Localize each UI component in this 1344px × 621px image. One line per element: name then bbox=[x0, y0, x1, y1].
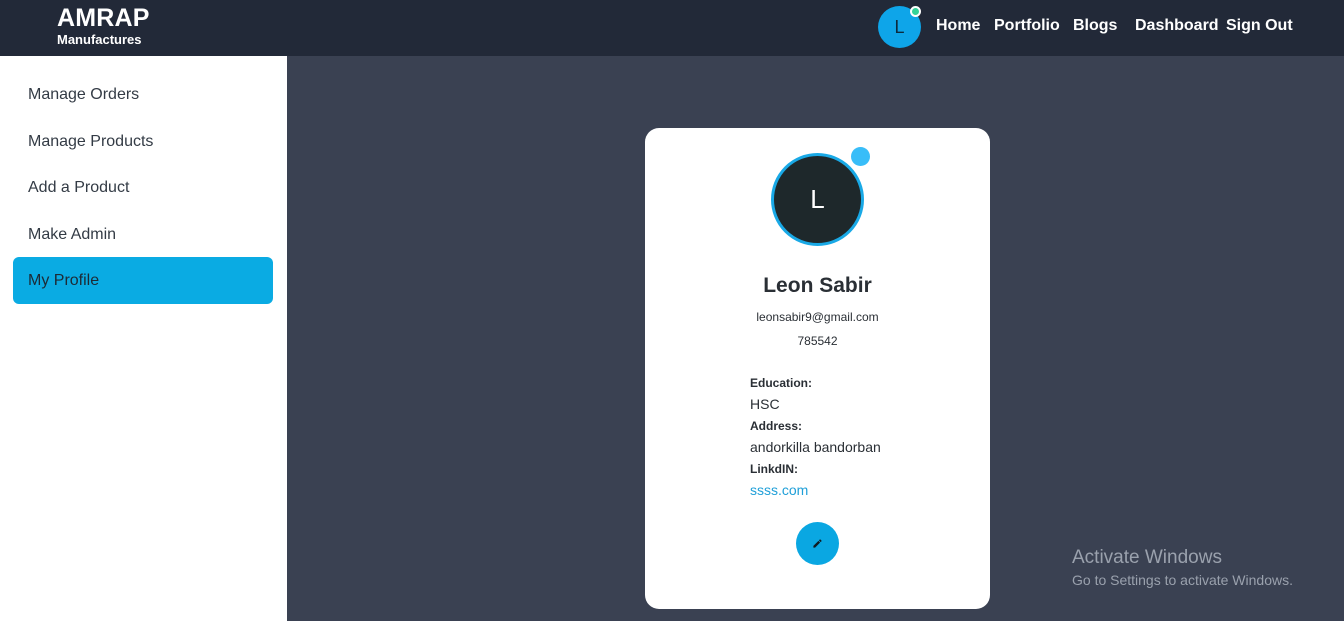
activate-windows-title: Activate Windows bbox=[1072, 547, 1222, 568]
user-avatar-initial: L bbox=[894, 16, 905, 37]
sidebar-item-make-admin[interactable]: Make Admin bbox=[13, 211, 273, 258]
profile-email: leonsabir9@gmail.com bbox=[756, 310, 879, 324]
profile-card: L Leon Sabir leonsabir9@gmail.com 785542… bbox=[645, 128, 990, 609]
online-status-dot bbox=[910, 6, 921, 17]
address-value: andorkilla bandorban bbox=[750, 439, 881, 455]
brand-title: AMRAP bbox=[57, 4, 150, 32]
sidebar-item-label: Add a Product bbox=[28, 178, 130, 196]
online-status-dot bbox=[851, 147, 870, 166]
top-navbar: AMRAP Manufactures L Home Portfolio Blog… bbox=[0, 0, 1344, 56]
sidebar-item-label: Make Admin bbox=[28, 225, 117, 243]
activate-windows-subtitle: Go to Settings to activate Windows. bbox=[1072, 572, 1293, 588]
nav-blogs-link[interactable]: Blogs bbox=[1073, 17, 1117, 35]
pencil-icon bbox=[813, 539, 822, 548]
linkedin-label: LinkdIN: bbox=[750, 462, 798, 476]
profile-name: Leon Sabir bbox=[763, 274, 872, 297]
profile-avatar-initial: L bbox=[810, 184, 825, 214]
sidebar-item-label: My Profile bbox=[28, 271, 100, 289]
brand-logo[interactable]: AMRAP Manufactures bbox=[57, 4, 150, 48]
dashboard-sidebar: Manage Orders Manage Products Add a Prod… bbox=[0, 56, 287, 621]
user-avatar[interactable]: L bbox=[878, 6, 921, 48]
address-label: Address: bbox=[750, 419, 803, 433]
nav-portfolio-link[interactable]: Portfolio bbox=[994, 17, 1060, 35]
profile-avatar: L bbox=[771, 153, 864, 246]
education-value: HSC bbox=[750, 396, 780, 412]
sidebar-item-label: Manage Orders bbox=[28, 85, 140, 103]
nav-home-link[interactable]: Home bbox=[936, 17, 980, 35]
brand-subtitle: Manufactures bbox=[57, 32, 142, 47]
nav-dashboard-link[interactable]: Dashboard bbox=[1135, 17, 1219, 35]
linkedin-link[interactable]: ssss.com bbox=[750, 482, 808, 498]
sidebar-item-label: Manage Products bbox=[28, 132, 154, 150]
sidebar-item-manage-products[interactable]: Manage Products bbox=[13, 118, 273, 165]
profile-phone: 785542 bbox=[797, 334, 838, 348]
sidebar-item-add-product[interactable]: Add a Product bbox=[13, 164, 273, 211]
sidebar-item-my-profile[interactable]: My Profile bbox=[13, 257, 273, 304]
education-label: Education: bbox=[750, 376, 812, 390]
edit-profile-button[interactable] bbox=[796, 522, 839, 565]
nav-sign-out-link[interactable]: Sign Out bbox=[1226, 17, 1293, 35]
sidebar-item-manage-orders[interactable]: Manage Orders bbox=[13, 71, 273, 118]
